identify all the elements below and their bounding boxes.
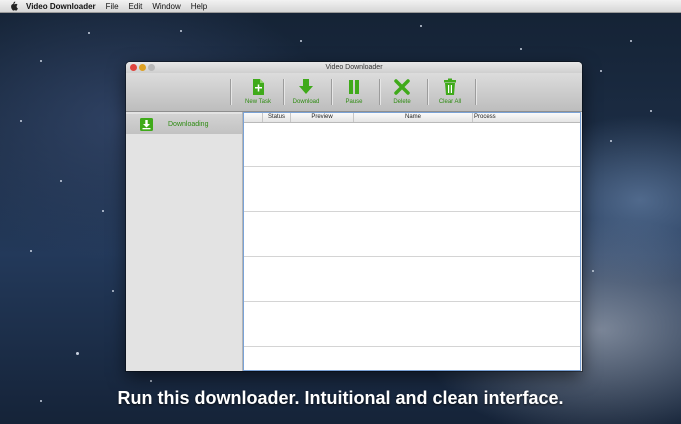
table-row[interactable] [244,302,580,347]
sidebar-item-label: Downloading [168,120,209,128]
trash-icon [441,78,459,96]
toolbar-separator [475,79,476,105]
clear-all-button[interactable]: Clear All [427,75,473,109]
menu-help[interactable]: Help [191,2,207,11]
download-arrow-icon [297,78,315,96]
column-header-process[interactable]: Process [472,113,554,122]
column-header-preview[interactable]: Preview [290,113,353,122]
pause-label: Pause [345,99,363,105]
pause-icon [345,78,363,96]
minimize-window-button[interactable] [139,64,146,71]
download-button[interactable]: Download [283,75,329,109]
new-task-button[interactable]: New Task [235,75,281,109]
title-bar[interactable]: Video Downloader [126,62,582,73]
downloads-table[interactable]: Status Preview Name Process [243,112,581,371]
menu-file[interactable]: File [106,2,119,11]
column-header-status[interactable]: Status [262,113,290,122]
delete-label: Delete [393,99,411,105]
new-task-label: New Task [245,99,271,105]
delete-button[interactable]: Delete [379,75,425,109]
sidebar: Downloading [126,112,243,371]
table-row[interactable] [244,167,580,212]
menu-bar: Video Downloader File Edit Window Help [0,0,681,13]
download-tray-icon [140,117,153,131]
apple-icon[interactable] [8,1,18,11]
window-title: Video Downloader [325,64,383,71]
download-label: Download [292,99,320,105]
app-window: Video Downloader New Task Download Pause… [126,62,582,371]
delete-x-icon [393,78,411,96]
promo-caption: Run this downloader. Intuitional and cle… [117,388,564,408]
menu-app-name[interactable]: Video Downloader [26,2,96,11]
toolbar: New Task Download Pause Delete Clear All [126,73,582,112]
menu-edit[interactable]: Edit [129,2,143,11]
menu-window[interactable]: Window [152,2,180,11]
new-task-icon [249,78,267,96]
table-row[interactable] [244,212,580,257]
close-window-button[interactable] [130,64,137,71]
toolbar-separator [230,79,231,105]
clear-all-label: Clear All [438,99,462,105]
sidebar-item-downloading[interactable]: Downloading [126,114,242,134]
table-row[interactable] [244,122,580,167]
table-row[interactable] [244,257,580,302]
table-row[interactable] [244,347,580,371]
zoom-window-button[interactable] [148,64,155,71]
pause-button[interactable]: Pause [331,75,377,109]
column-header-name[interactable]: Name [353,113,472,122]
